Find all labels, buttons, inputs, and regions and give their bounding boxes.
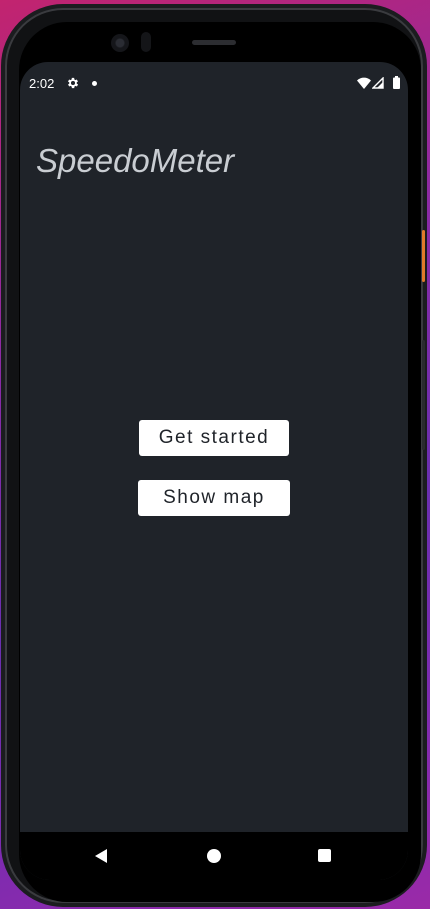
status-bar: 2:02	[20, 62, 408, 106]
back-icon[interactable]	[94, 849, 108, 863]
get-started-button[interactable]: Get started	[139, 420, 289, 456]
gear-icon	[67, 77, 79, 89]
earpiece-speaker	[192, 40, 236, 45]
notification-dot-icon	[92, 81, 97, 86]
wifi-icon	[357, 77, 371, 89]
front-camera	[111, 34, 129, 52]
signal-icon	[372, 77, 384, 89]
proximity-sensor	[141, 32, 151, 52]
side-button-orange	[422, 230, 425, 282]
status-time: 2:02	[29, 76, 55, 91]
show-map-button[interactable]: Show map	[138, 480, 290, 516]
navigation-bar	[20, 832, 408, 880]
home-icon[interactable]	[207, 849, 221, 863]
recents-icon[interactable]	[318, 849, 331, 862]
volume-button	[422, 340, 425, 450]
app-screen: 2:02 SpeedoMeter Get started Show map	[20, 62, 408, 880]
app-title: SpeedoMeter	[36, 142, 235, 179]
battery-icon	[393, 76, 400, 89]
